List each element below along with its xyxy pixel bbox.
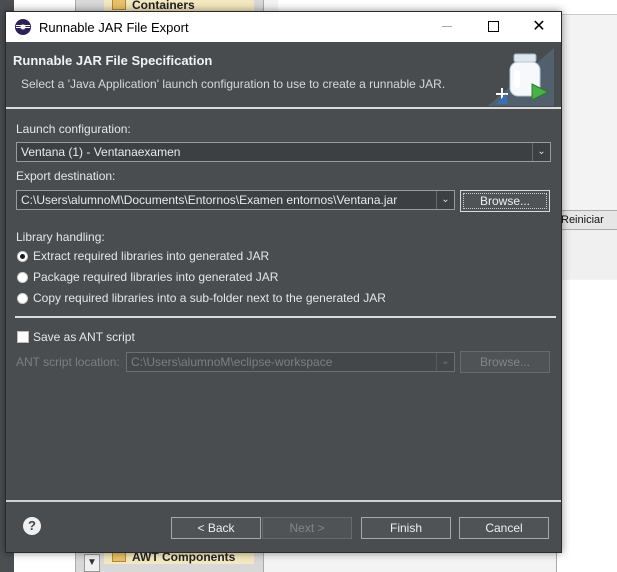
folder-icon [112, 0, 126, 10]
chevron-down-icon[interactable]: ⌄ [436, 353, 454, 371]
ant-script-location-label: ANT script location: [16, 355, 120, 369]
maximize-icon [487, 21, 499, 33]
background-lower-area [556, 280, 617, 572]
minimize-button[interactable] [424, 12, 470, 42]
save-as-ant-checkbox[interactable] [17, 331, 29, 343]
cancel-button[interactable]: Cancel [459, 517, 549, 539]
ant-script-location-value: C:\Users\alumnoM\eclipse-workspace [131, 355, 333, 369]
window-title: Runnable JAR File Export [39, 20, 189, 35]
jar-export-icon [488, 48, 554, 106]
finish-button[interactable]: Finish [361, 517, 451, 539]
radio-label: Extract required libraries into generate… [33, 249, 270, 263]
library-handling-label: Library handling: [16, 230, 105, 244]
launch-configuration-select[interactable]: Ventana (1) - Ventanaexamen ⌄ [16, 142, 551, 162]
radio-button[interactable] [17, 272, 28, 283]
maximize-button[interactable] [470, 12, 516, 42]
minimize-icon [442, 26, 452, 28]
back-button[interactable]: < Back [171, 517, 261, 539]
browse-destination-button[interactable]: Browse... [460, 190, 550, 212]
radio-label: Copy required libraries into a sub-folde… [33, 291, 386, 305]
runnable-jar-export-dialog: Runnable JAR File Export ✕ Runnable JAR … [5, 11, 562, 553]
title-bar[interactable]: Runnable JAR File Export ✕ [6, 12, 561, 42]
footer-separator [6, 500, 561, 502]
launch-configuration-value: Ventana (1) - Ventanaexamen [21, 145, 181, 159]
background-panel [556, 229, 617, 279]
export-destination-input[interactable]: C:\Users\alumnoM\Documents\Entornos\Exam… [16, 190, 455, 210]
next-button[interactable]: Next > [262, 517, 352, 539]
radio-button[interactable] [17, 293, 28, 304]
eclipse-icon [15, 19, 31, 35]
radio-button[interactable] [17, 251, 28, 262]
radio-label: Package required libraries into generate… [33, 270, 279, 284]
chevron-down-icon[interactable]: ⌄ [532, 143, 550, 161]
export-destination-label: Export destination: [16, 169, 116, 183]
launch-configuration-label: Launch configuration: [16, 122, 131, 136]
wizard-banner: Runnable JAR File Specification Select a… [6, 42, 561, 109]
export-destination-value: C:\Users\alumnoM\Documents\Entornos\Exam… [21, 193, 398, 207]
close-button[interactable]: ✕ [516, 12, 562, 42]
page-description: Select a 'Java Application' launch confi… [21, 77, 446, 91]
reiniciar-tab[interactable]: Reiniciar [556, 210, 617, 230]
chevron-down-icon[interactable]: ▼ [84, 554, 100, 572]
page-title: Runnable JAR File Specification [13, 53, 213, 68]
save-as-ant-label: Save as ANT script [33, 330, 135, 344]
chevron-down-icon[interactable]: ⌄ [436, 191, 454, 209]
separator [15, 316, 556, 318]
ant-script-location-input[interactable]: C:\Users\alumnoM\eclipse-workspace ⌄ [126, 352, 455, 372]
close-icon: ✕ [532, 18, 546, 35]
browse-ant-button[interactable]: Browse... [460, 351, 550, 373]
help-icon[interactable]: ? [23, 517, 41, 535]
